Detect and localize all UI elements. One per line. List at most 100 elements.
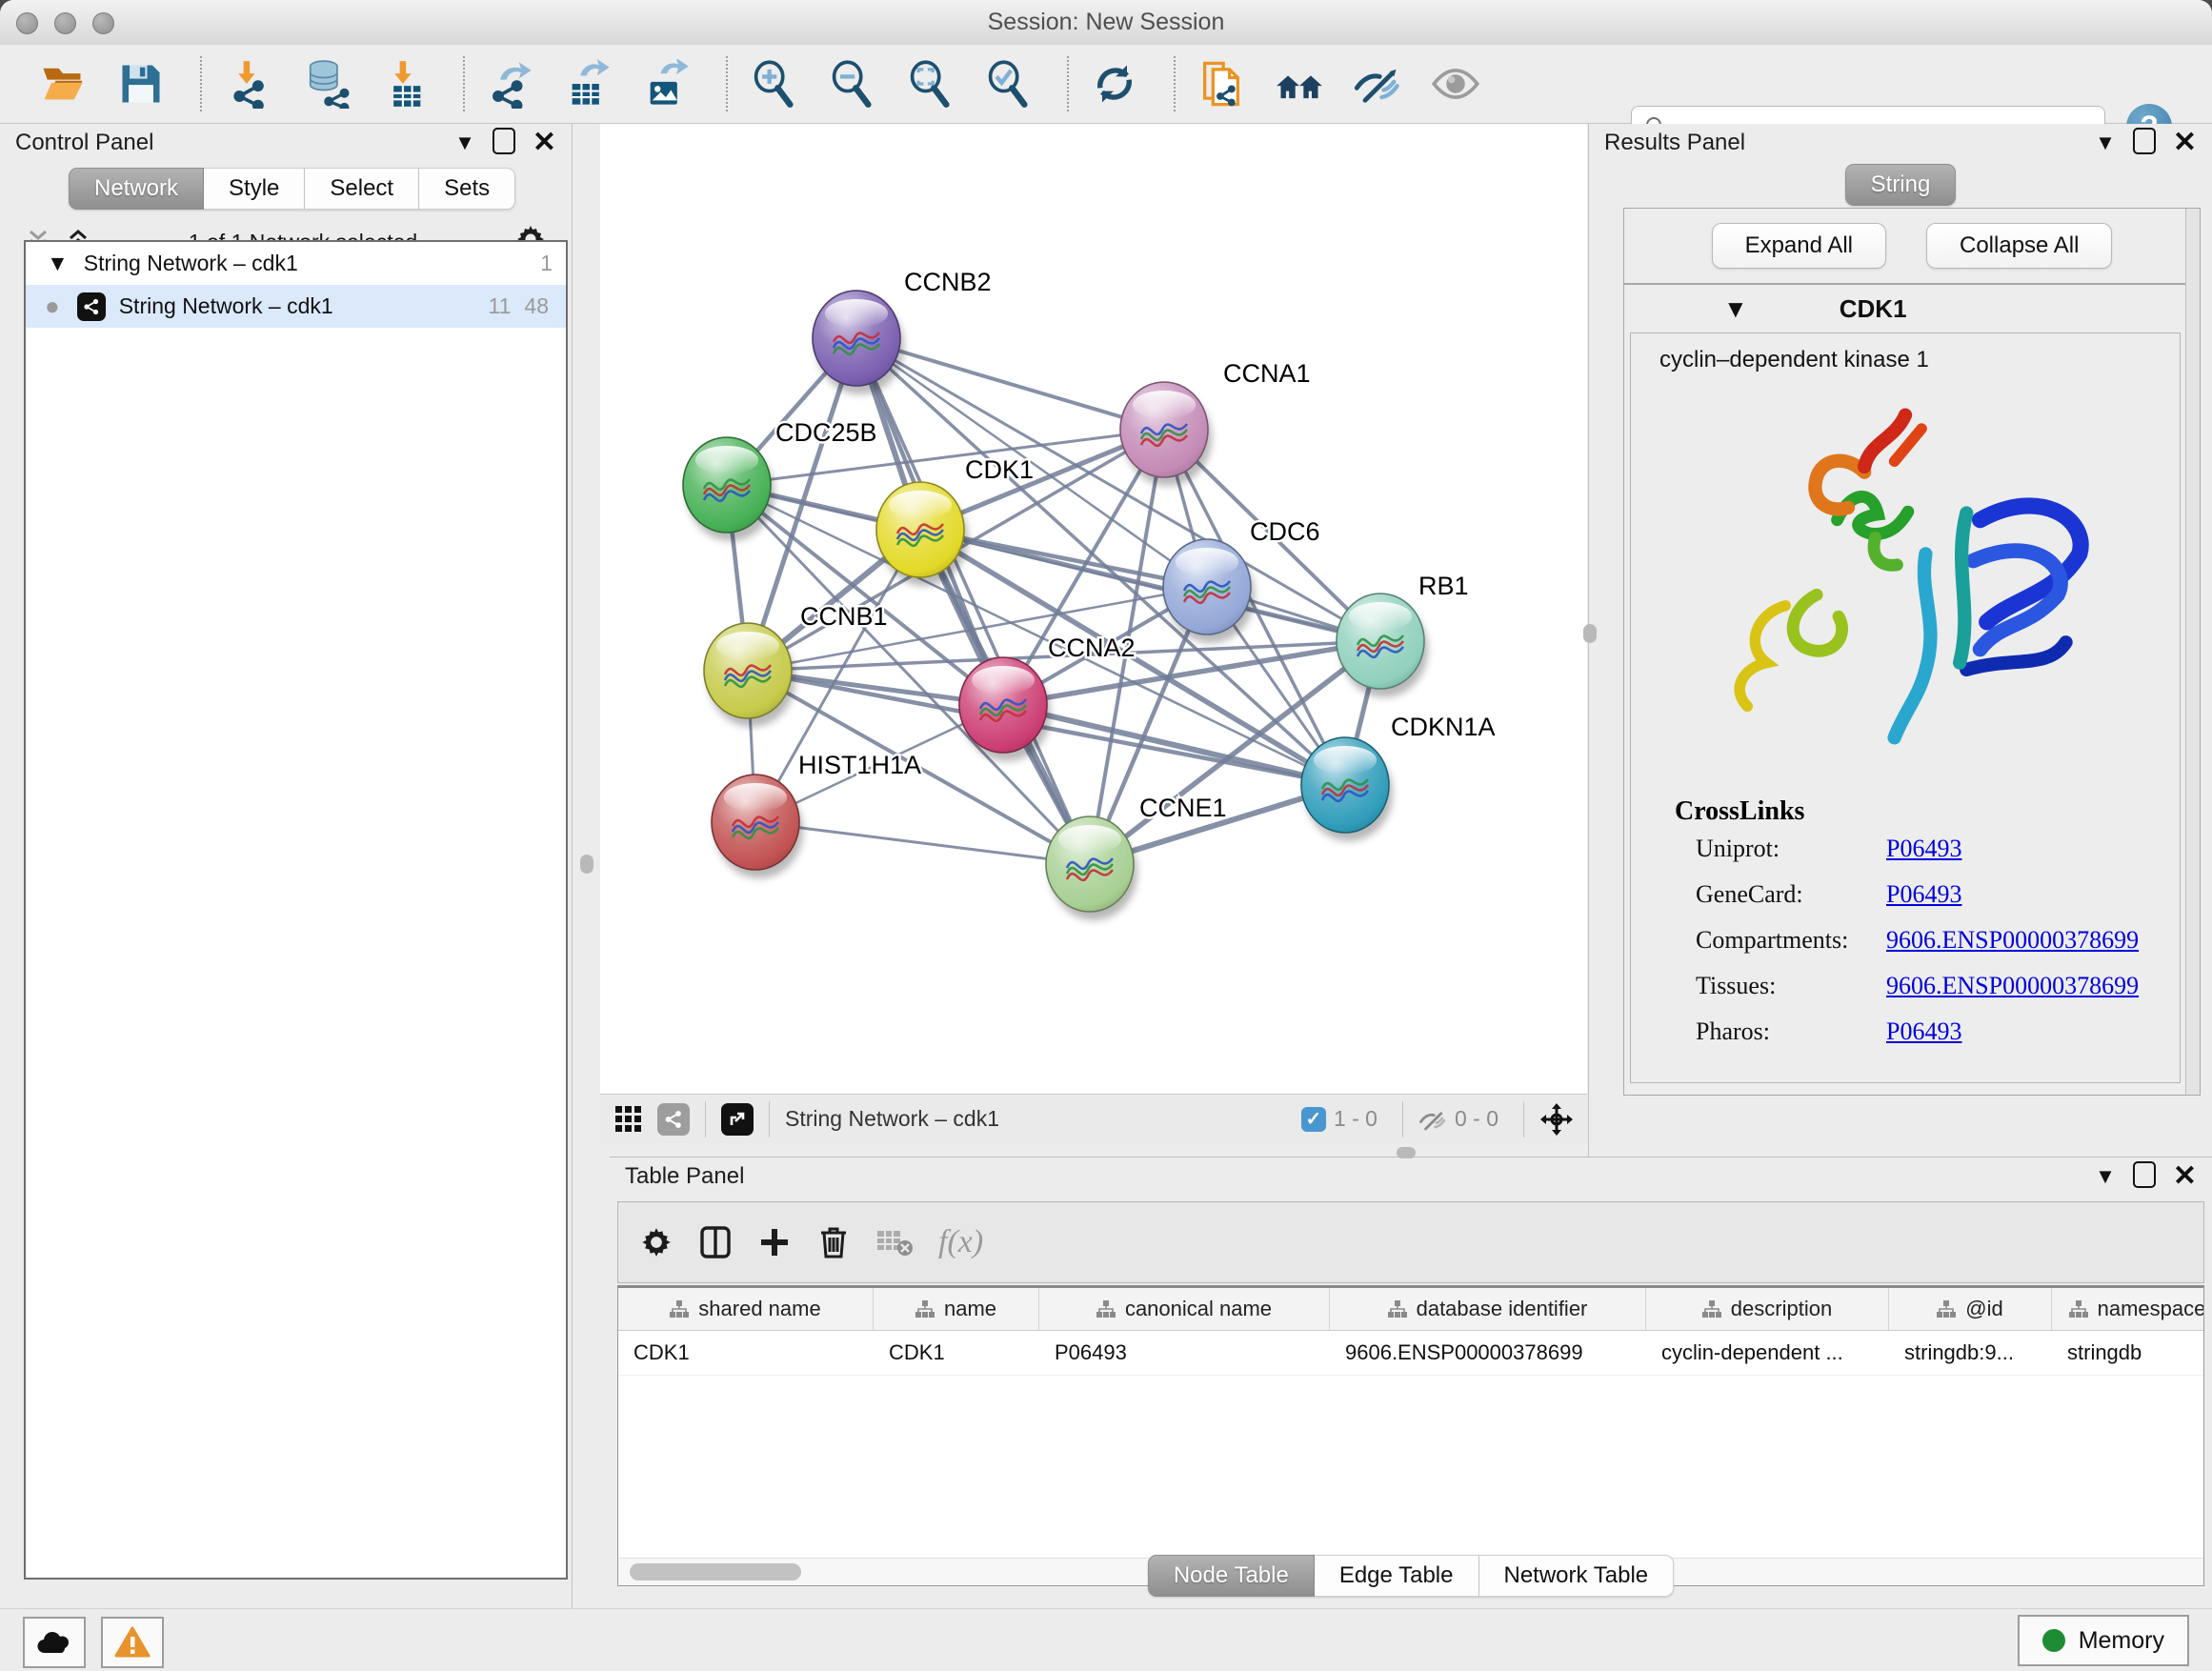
apply-layout-icon[interactable] [1090, 59, 1139, 109]
node-gloss [1133, 391, 1196, 419]
table-options-gear-icon[interactable] [639, 1225, 674, 1259]
string-panel-icon[interactable] [657, 1103, 690, 1136]
tab-sets[interactable]: Sets [419, 168, 515, 210]
open-session-icon[interactable] [38, 59, 88, 109]
network-canvas[interactable]: CCNB2CCNA1CDC25BCDK1CDC6RB1CCNB1CCNA2CDK… [600, 124, 1587, 1094]
column-header-id[interactable]: @id [1889, 1288, 2052, 1330]
toolbar-separator [200, 56, 202, 111]
add-column-icon[interactable] [757, 1225, 792, 1259]
column-header-description[interactable]: description [1646, 1288, 1889, 1330]
memory-button[interactable]: Memory [2018, 1615, 2189, 1666]
node-label: HIST1H1A [798, 751, 921, 779]
crosslink-link[interactable]: 9606.ENSP00000378699 [1886, 926, 2139, 955]
pan-crosshair-icon[interactable] [1539, 1102, 1574, 1137]
control-panel-menu-icon[interactable]: ▼ [454, 132, 475, 153]
edge-CCNB2-CCNE1[interactable] [856, 338, 1090, 864]
zoom-in-icon[interactable] [749, 59, 798, 109]
cloud-icon [35, 1628, 73, 1657]
crosslink-link[interactable]: P06493 [1886, 835, 1961, 863]
table-panel-close-icon[interactable]: ✕ [2173, 1162, 2197, 1191]
status-bar: Memory [0, 1608, 2212, 1671]
import-network-from-database-icon[interactable] [301, 59, 351, 109]
collapse-all-button[interactable]: Collapse All [1926, 223, 2112, 269]
node-label: RB1 [1418, 572, 1469, 600]
zoom-fit-icon[interactable] [905, 59, 955, 109]
edge-CCNA2-CDKN1A[interactable] [1003, 705, 1345, 785]
crosslink-link[interactable]: 9606.ENSP00000378699 [1886, 972, 2139, 1000]
splitter-handle-left[interactable] [580, 855, 593, 874]
network-graph[interactable]: CCNB2CCNA1CDC25BCDK1CDC6RB1CCNB1CCNA2CDK… [600, 124, 1587, 1094]
delete-column-icon[interactable] [816, 1225, 851, 1259]
network-list: ▼ String Network – cdk1 1 ● String Netwo… [24, 240, 568, 1580]
splitter-handle-bottom[interactable] [1397, 1147, 1416, 1158]
selected-checkbox-icon[interactable]: ✓ [1301, 1107, 1326, 1132]
node-CCNE1[interactable]: CCNE1 [1046, 794, 1227, 920]
results-panel-menu-icon[interactable]: ▼ [2095, 132, 2116, 153]
show-columns-icon[interactable] [698, 1225, 733, 1259]
open-in-window-icon[interactable] [721, 1103, 754, 1136]
zoom-out-icon[interactable] [827, 59, 876, 109]
save-session-icon[interactable] [116, 59, 166, 109]
node-CDC25B[interactable]: CDC25B [683, 418, 877, 541]
node-CDC6[interactable]: CDC6 [1163, 517, 1320, 643]
column-type-icon [1702, 1299, 1721, 1319]
column-header-label: canonical name [1125, 1297, 1272, 1321]
collection-name: String Network – cdk1 [84, 251, 298, 276]
zoom-selected-icon[interactable] [983, 59, 1033, 109]
splitter-handle-right[interactable] [1583, 624, 1597, 643]
control-panel-close-icon[interactable]: ✕ [533, 129, 556, 157]
export-network-icon[interactable] [486, 59, 535, 109]
tab-style[interactable]: Style [204, 168, 305, 210]
results-panel: Results Panel ▼ ✕ String Expand All Coll… [1588, 124, 2212, 1157]
node-label: CDKN1A [1391, 713, 1496, 741]
tab-edge-table[interactable]: Edge Table [1315, 1555, 1479, 1597]
node-gloss [716, 632, 779, 660]
table-row[interactable]: CDK1CDK1P064939606.ENSP00000378699cyclin… [618, 1331, 2203, 1376]
crosslink-link[interactable]: P06493 [1886, 1017, 1961, 1046]
entry-collapse-icon[interactable]: ▼ [1723, 294, 1748, 324]
column-header-sharedname[interactable]: shared name [618, 1288, 874, 1330]
network-row-selected[interactable]: ● String Network – cdk1 11 48 [26, 285, 566, 328]
import-network-from-file-icon[interactable] [223, 59, 272, 109]
tab-network-table[interactable]: Network Table [1479, 1555, 1675, 1597]
crosslink-label: Compartments: [1696, 926, 1886, 955]
tab-node-table[interactable]: Node Table [1148, 1555, 1315, 1597]
tab-network[interactable]: Network [69, 168, 204, 210]
warnings-button[interactable] [101, 1617, 164, 1668]
table-panel-menu-icon[interactable]: ▼ [2095, 1166, 2116, 1187]
column-header-namespace[interactable]: namespace [2052, 1288, 2204, 1330]
export-table-icon[interactable] [564, 59, 613, 109]
control-panel-float-icon[interactable] [493, 128, 515, 158]
results-scrollbar[interactable] [2185, 209, 2200, 1095]
node-RB1[interactable]: RB1 [1337, 572, 1469, 697]
column-header-name[interactable]: name [874, 1288, 1039, 1330]
results-panel-float-icon[interactable] [2133, 128, 2156, 158]
import-table-from-file-icon[interactable] [379, 59, 429, 109]
crosslink-link[interactable]: P06493 [1886, 880, 1961, 909]
node-CDKN1A[interactable]: CDKN1A [1301, 713, 1496, 841]
entry-description: cyclin–dependent kinase 1 [1631, 333, 2180, 373]
first-neighbors-icon[interactable] [1275, 59, 1324, 109]
table-header-row: shared namename canonical name database id… [618, 1288, 2203, 1331]
column-header-canonicalname[interactable]: canonical name [1039, 1288, 1330, 1330]
hidden-eye-icon[interactable] [1418, 1105, 1447, 1134]
cloud-status-button[interactable] [23, 1617, 86, 1668]
tab-string[interactable]: String [1845, 164, 1957, 206]
show-all-icon[interactable] [1431, 59, 1480, 109]
table-panel-float-icon[interactable] [2133, 1161, 2156, 1192]
collection-expand-icon[interactable]: ▼ [47, 251, 69, 276]
hide-selected-icon[interactable] [1353, 59, 1402, 109]
new-network-from-selection-icon[interactable] [1196, 59, 1246, 109]
node-HIST1H1A[interactable]: HIST1H1A [712, 751, 921, 878]
node-CCNA1[interactable]: CCNA1 [1120, 359, 1311, 486]
network-collection-row[interactable]: ▼ String Network – cdk1 1 [26, 242, 566, 285]
node-label: CCNA1 [1223, 359, 1311, 388]
edge-HIST1H1A-CCNE1[interactable] [755, 822, 1090, 864]
tab-select[interactable]: Select [305, 168, 419, 210]
expand-all-button[interactable]: Expand All [1712, 223, 1886, 269]
column-header-databaseidentifier[interactable]: database identifier [1330, 1288, 1646, 1330]
node-CCNB2[interactable]: CCNB2 [813, 268, 992, 394]
export-image-icon[interactable] [642, 59, 692, 109]
birds-eye-view-icon[interactable] [613, 1104, 644, 1135]
results-panel-close-icon[interactable]: ✕ [2173, 129, 2197, 157]
